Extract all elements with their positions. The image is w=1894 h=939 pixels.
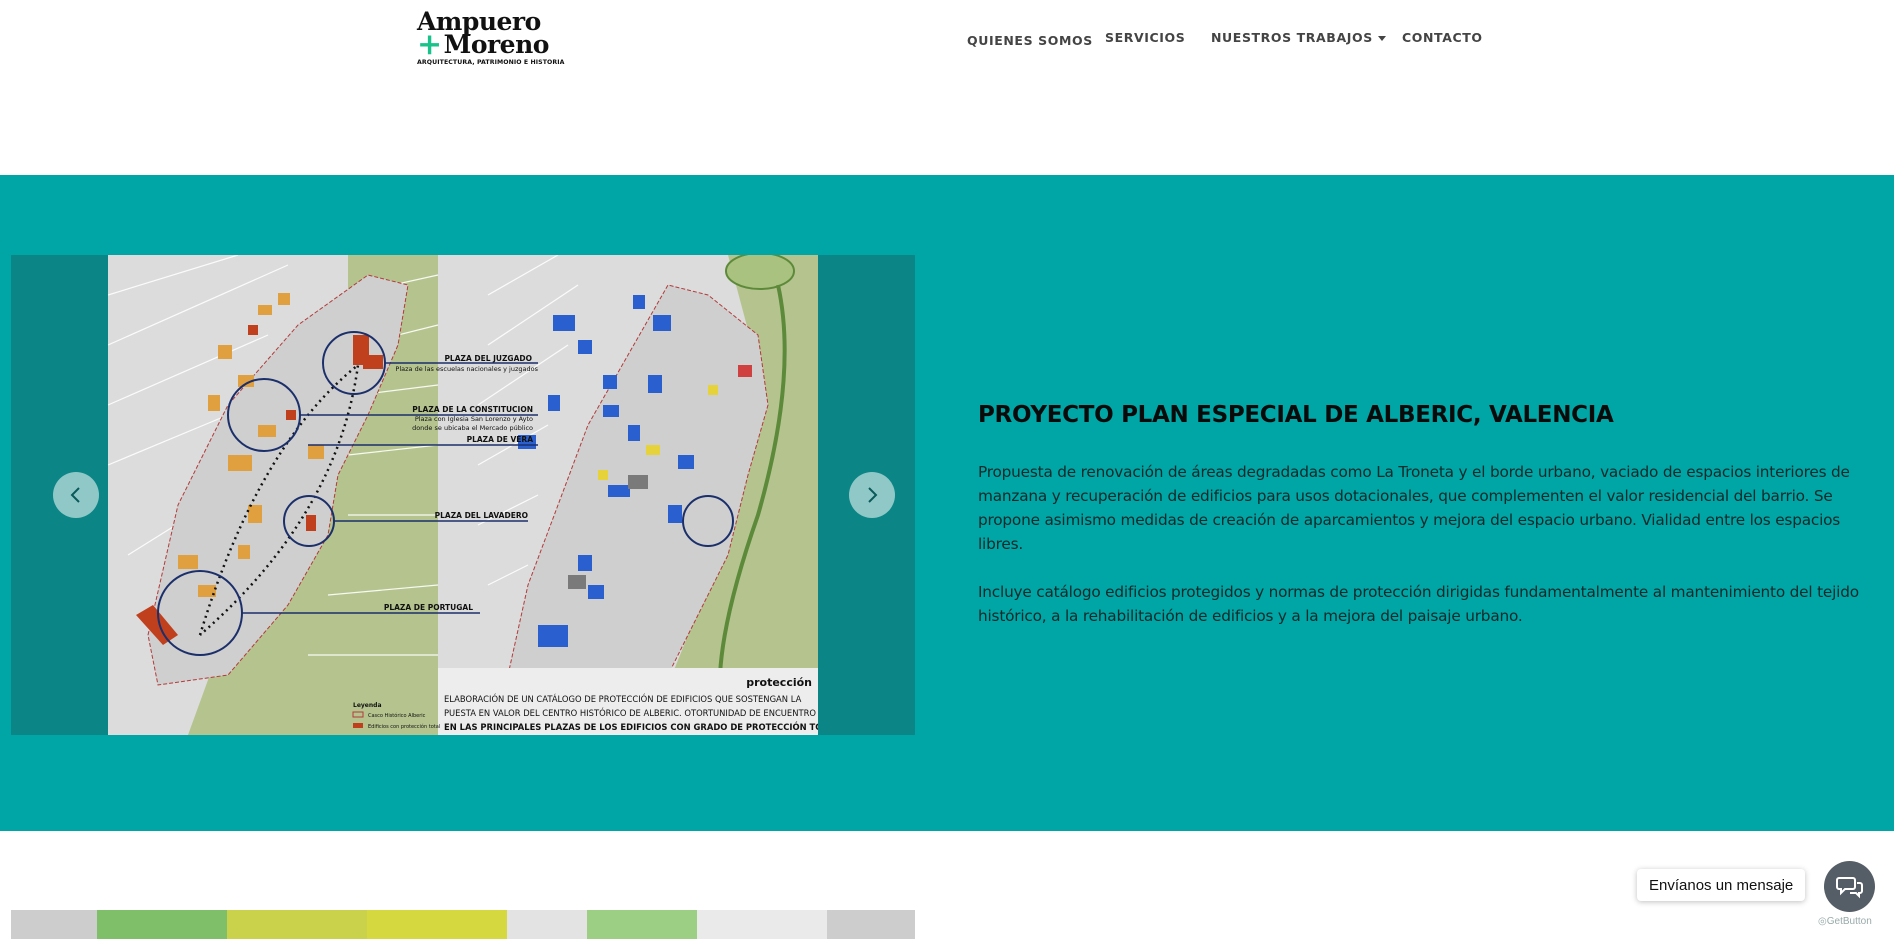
logo-line2-wrap: + Moreno	[417, 27, 552, 62]
legend-title: Leyenda	[353, 702, 382, 709]
label-plaza-portugal: PLAZA DE PORTUGAL	[384, 603, 473, 612]
label-plaza-constitucion-sub1: Plaza con Iglesia San Lorenzo y Ayto	[415, 415, 533, 423]
caret-down-icon	[1377, 36, 1386, 41]
chevron-right-icon	[868, 487, 878, 503]
urban-plan-map: PLAZA DEL JUZGADO Plaza de las escuelas …	[108, 255, 818, 735]
carousel-prev-button[interactable]	[53, 472, 99, 518]
chat-prompt-bubble[interactable]: Envíanos un mensaje	[1637, 869, 1806, 901]
project-description: PROYECTO PLAN ESPECIAL DE ALBERIC, VALEN…	[978, 400, 1878, 628]
getbutton-logo-icon: ◎	[1818, 916, 1827, 927]
label-plaza-lavadero: PLAZA DEL LAVADERO	[435, 511, 528, 520]
caption-line3: EN LAS PRINCIPALES PLAZAS DE LOS EDIFICI…	[444, 721, 818, 732]
logo[interactable]: Ampuero + Moreno ARQUITECTURA, PATRIMONI…	[417, 9, 565, 66]
project-section: PLAZA DEL JUZGADO Plaza de las escuelas …	[0, 175, 1894, 831]
label-plaza-constitucion-sub2: donde se ubicaba el Mercado público	[412, 424, 533, 432]
nav-servicios[interactable]: SERVICIOS	[1105, 30, 1185, 45]
label-plaza-constitucion: PLAZA DE LA CONSTITUCION	[412, 405, 533, 414]
legend-casco: Casco Histórico Alberic	[368, 712, 426, 719]
label-proteccion: protección	[746, 676, 812, 689]
nav-contacto[interactable]: CONTACTO	[1402, 30, 1483, 45]
logo-plus: +	[417, 27, 442, 62]
next-project-image-preview[interactable]	[11, 910, 915, 939]
chat-open-button[interactable]	[1824, 861, 1875, 912]
getbutton-label: GetButton	[1826, 916, 1872, 927]
label-plaza-juzgado-sub: Plaza de las escuelas nacionales y juzga…	[395, 365, 538, 373]
nav-nuestros-trabajos-label: NUESTROS TRABAJOS	[1211, 30, 1373, 45]
label-plaza-juzgado: PLAZA DEL JUZGADO	[444, 354, 532, 363]
project-title: PROYECTO PLAN ESPECIAL DE ALBERIC, VALEN…	[978, 402, 1614, 428]
site-header: Ampuero + Moreno ARQUITECTURA, PATRIMONI…	[0, 0, 1894, 175]
slide-image-alberic-map: PLAZA DEL JUZGADO Plaza de las escuelas …	[108, 255, 818, 735]
logo-line2: Moreno	[443, 30, 550, 59]
label-plaza-vera: PLAZA DE VERA	[467, 435, 534, 444]
chevron-left-icon	[70, 487, 80, 503]
project-paragraph-1: Propuesta de renovación de áreas degrada…	[978, 463, 1850, 553]
nav-quienes-somos[interactable]: QUIENES SOMOS	[967, 33, 1093, 48]
getbutton-credit[interactable]: ◎GetButton	[1818, 916, 1872, 927]
project-paragraph-2: Incluye catálogo edificios protegidos y …	[978, 583, 1859, 625]
logo-tagline: ARQUITECTURA, PATRIMONIO E HISTORIA	[417, 59, 565, 66]
caption-line2: PUESTA EN VALOR DEL CENTRO HISTÓRICO DE …	[444, 707, 816, 718]
image-carousel[interactable]: PLAZA DEL JUZGADO Plaza de las escuelas …	[11, 255, 915, 735]
next-map-preview	[11, 910, 915, 939]
caption-line1: ELABORACIÓN DE UN CATÁLOGO DE PROTECCIÓN…	[444, 693, 802, 704]
legend-proteccion: Edificios con protección total	[368, 723, 440, 730]
carousel-next-button[interactable]	[849, 472, 895, 518]
nav-nuestros-trabajos[interactable]: NUESTROS TRABAJOS	[1211, 30, 1386, 45]
chat-bubbles-icon	[1835, 876, 1863, 898]
